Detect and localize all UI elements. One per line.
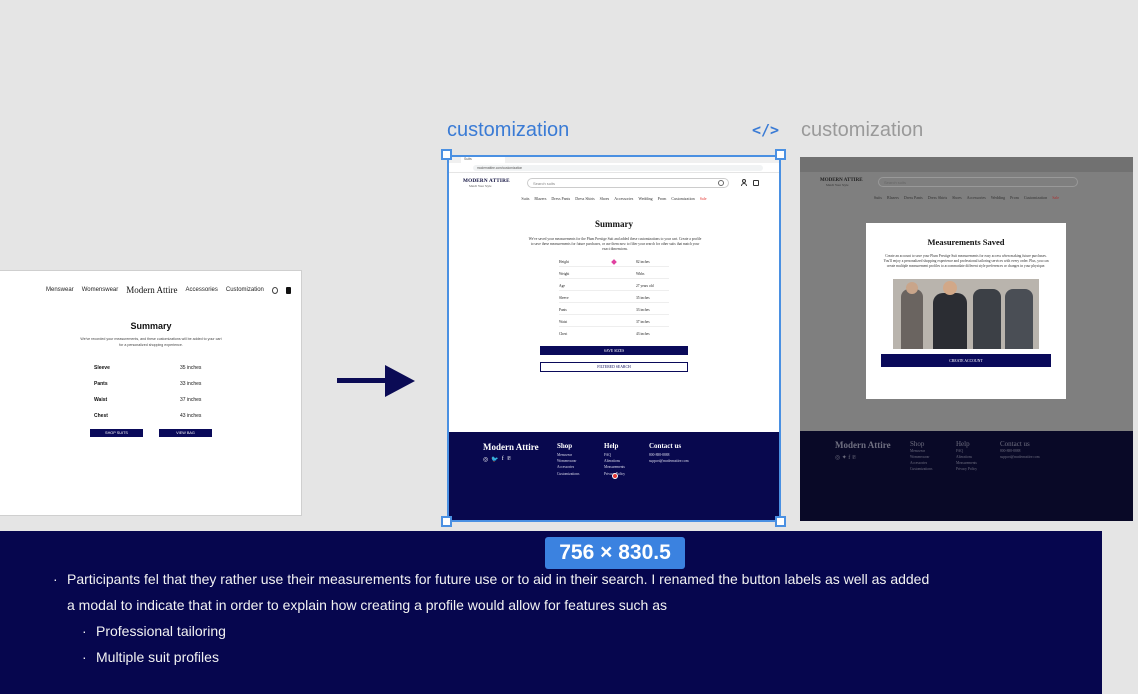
- right-category-nav: Suits Blazers Dress Pants Dress Shirts S…: [800, 195, 1133, 200]
- tailor-photo: [893, 279, 1039, 349]
- resize-handle-bottom-right[interactable]: [775, 516, 786, 527]
- right-search-input: Search suits: [878, 177, 1078, 187]
- left-measure-label: Waist: [94, 397, 108, 403]
- left-nav-bar: Menswear Womenswear Modern Attire Access…: [46, 285, 291, 295]
- left-measure-row: Sleeve 35 inches: [94, 365, 214, 371]
- right-footer-brand: Modern Attire: [835, 440, 891, 450]
- resize-handle-bottom-left[interactable]: [441, 516, 452, 527]
- left-nav-womenswear[interactable]: Womenswear: [82, 287, 119, 293]
- left-measure-value: 33 inches: [180, 381, 202, 387]
- shop-suits-button[interactable]: SHOP SUITS: [90, 429, 143, 437]
- right-browser-chrome: [800, 157, 1133, 172]
- modal-description: Create an account to save your Plum Pres…: [883, 254, 1049, 268]
- search-icon[interactable]: [271, 286, 279, 294]
- left-brand-logo[interactable]: Modern Attire: [126, 285, 177, 295]
- right-nav-item: Accessories: [966, 195, 986, 200]
- center-frame-label[interactable]: customization: [447, 119, 569, 142]
- right-nav-item: Prom: [1010, 195, 1019, 200]
- note-continuation: a modal to indicate that in order to exp…: [67, 597, 668, 613]
- resize-handle-top-left[interactable]: [441, 149, 452, 160]
- code-icon[interactable]: </>: [752, 121, 779, 139]
- right-brand-tagline: Match Your Style: [826, 183, 849, 187]
- left-summary-title: Summary: [130, 321, 172, 331]
- left-measure-row: Waist 37 inches: [94, 397, 214, 403]
- right-footer-heading: Help: [956, 440, 970, 448]
- right-social-icons: ◎ ✦ f ℗: [835, 455, 857, 461]
- right-nav-item: Customization: [1023, 195, 1048, 200]
- right-nav-item: Suits: [873, 195, 882, 200]
- note-bullet: · Participants fel that they rather use …: [53, 566, 930, 592]
- flow-arrow-icon: [385, 365, 415, 397]
- right-footer-shop: Shop Menswear Womenswear Accessories Cus…: [910, 440, 932, 472]
- bullet-icon: ·: [53, 571, 58, 587]
- right-nav-item: Shoes: [952, 195, 962, 200]
- create-account-button[interactable]: CREATE ACCOUNT: [881, 354, 1051, 367]
- resize-handle-top-right[interactable]: [775, 149, 786, 160]
- right-footer-link: Customizations: [910, 467, 933, 471]
- right-footer-heading: Contact us: [1000, 440, 1030, 448]
- view-bag-button[interactable]: VIEW BAG: [159, 429, 212, 437]
- bullet-icon: ·: [82, 649, 87, 665]
- left-measure-value: 35 inches: [180, 365, 202, 371]
- left-summary-frame: Menswear Womenswear Modern Attire Access…: [0, 270, 302, 516]
- note-sub-text: Professional tailoring: [96, 623, 226, 639]
- left-measure-value: 43 inches: [180, 413, 202, 419]
- left-measure-label: Chest: [94, 413, 108, 419]
- right-footer-help: Help FAQ Alterations Measurements Privac…: [956, 440, 977, 472]
- right-footer-link: Privacy Policy: [956, 467, 978, 471]
- note-text-line1: Participants fel that they rather use th…: [67, 571, 930, 587]
- right-nav-sale: Sale: [1052, 195, 1060, 200]
- left-measure-row: Chest 43 inches: [94, 413, 214, 419]
- right-nav-item: Dress Pants: [903, 195, 923, 200]
- left-measure-value: 37 inches: [180, 397, 202, 403]
- left-nav-menswear[interactable]: Menswear: [46, 287, 74, 293]
- left-nav-customization[interactable]: Customization: [226, 287, 264, 293]
- right-footer-heading: Shop: [910, 440, 925, 448]
- modal-title: Measurements Saved: [927, 237, 1005, 247]
- bag-icon[interactable]: [286, 286, 291, 294]
- right-site-footer: Modern Attire ◎ ✦ f ℗ Shop Menswear Wome…: [800, 431, 1133, 521]
- bullet-icon: ·: [82, 623, 87, 639]
- left-measure-label: Pants: [94, 381, 108, 387]
- selection-outline: [447, 155, 781, 522]
- left-measure-label: Sleeve: [94, 365, 110, 371]
- right-nav-item: Blazers: [886, 195, 899, 200]
- note-sub-bullet: · Multiple suit profiles: [82, 644, 219, 670]
- right-frame-label[interactable]: customization: [801, 119, 923, 142]
- right-nav-item: Wedding: [990, 195, 1006, 200]
- note-sub-text: Multiple suit profiles: [96, 649, 219, 665]
- right-nav-item: Dress Shirts: [927, 195, 948, 200]
- right-footer-link: support@modernattire.com: [1000, 455, 1040, 459]
- note-sub-bullet: · Professional tailoring: [82, 618, 226, 644]
- dimension-badge: 756 × 830.5: [545, 537, 685, 569]
- left-nav-accessories[interactable]: Accessories: [186, 287, 218, 293]
- measurements-saved-modal[interactable]: Measurements Saved Create an account to …: [866, 223, 1066, 399]
- right-site-logo: MODERN ATTIRE Match Your Style: [820, 178, 863, 187]
- right-footer-contact: Contact us 800-888-8888 support@modernat…: [1000, 440, 1040, 460]
- left-summary-description: We've recorded your measurements, and th…: [80, 337, 222, 347]
- right-search-placeholder: Search suits: [884, 180, 907, 185]
- left-measure-row: Pants 33 inches: [94, 381, 214, 387]
